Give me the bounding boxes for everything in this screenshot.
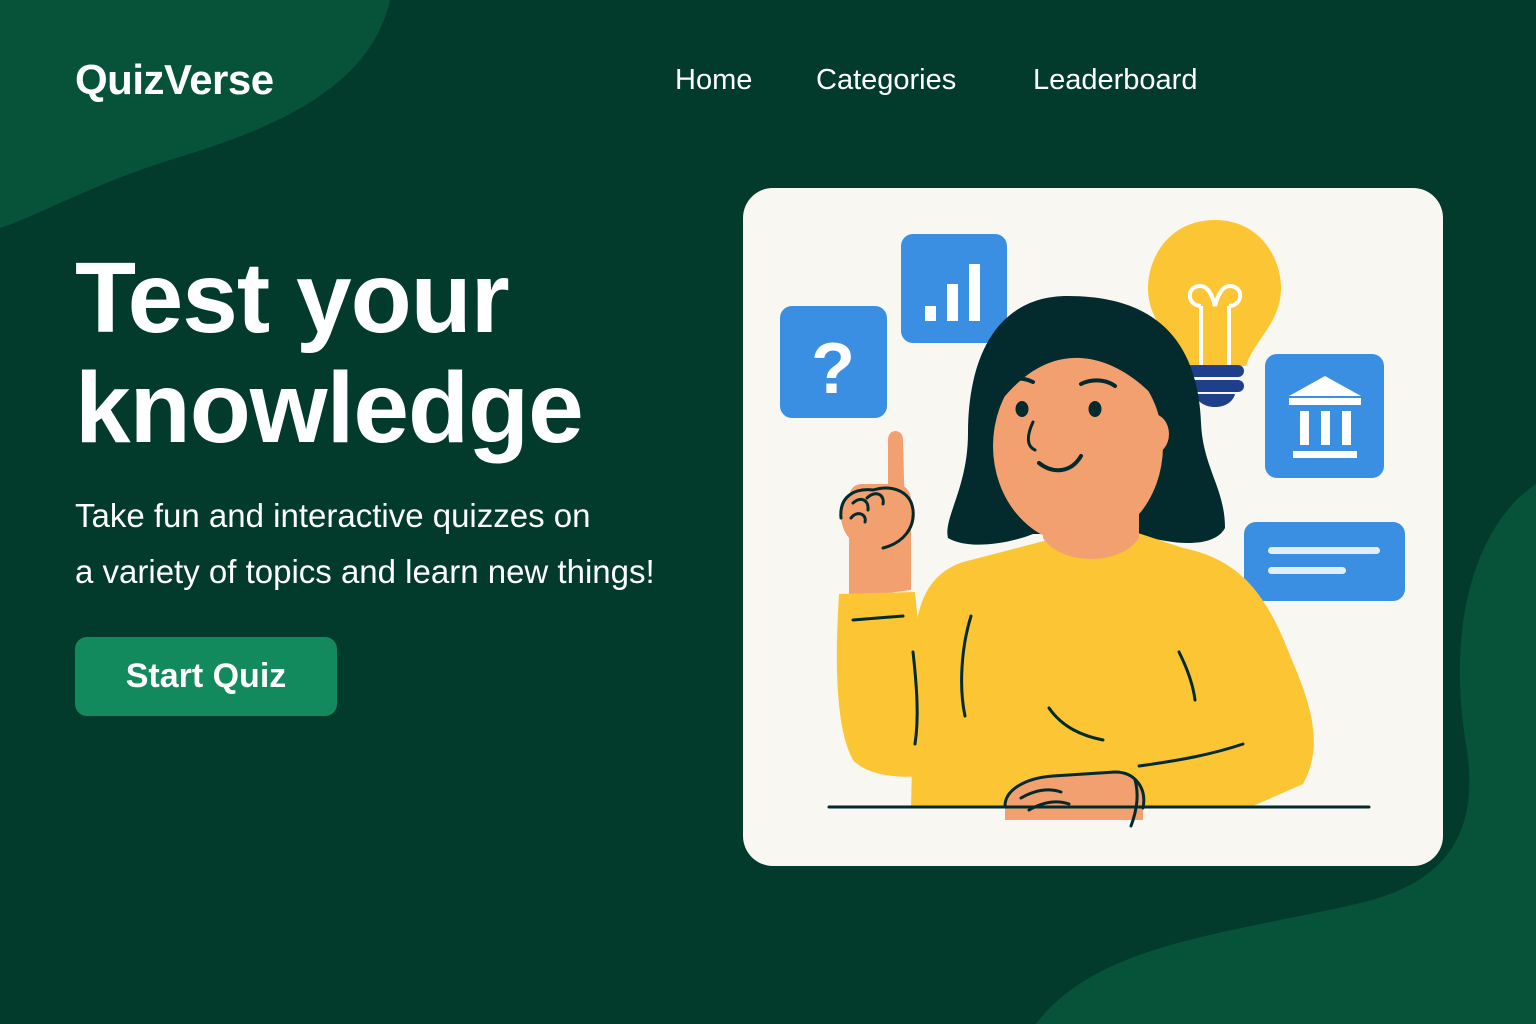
hero-title: Test your knowledge: [75, 242, 584, 464]
bar-chart-icon: [901, 234, 1007, 343]
start-quiz-button[interactable]: Start Quiz: [75, 637, 337, 716]
background-blob-top-left: [0, 0, 390, 228]
nav-categories[interactable]: Categories: [816, 64, 956, 97]
question-glyph: ?: [811, 329, 855, 409]
nav-home[interactable]: Home: [675, 64, 752, 97]
hero-title-line-2: knowledge: [75, 352, 584, 464]
landing-page: QuizVerse Home Categories Leaderboard Te…: [0, 0, 1536, 1024]
hero-subtitle-line-2: a variety of topics and learn new things…: [75, 553, 655, 590]
hero-subtitle: Take fun and interactive quizzes on a va…: [75, 488, 655, 600]
woman-illustration: ?: [780, 220, 1405, 828]
bank-icon: [1265, 354, 1384, 478]
illustration-card: ?: [743, 188, 1443, 866]
hero-subtitle-line-1: Take fun and interactive quizzes on: [75, 497, 591, 534]
question-icon: ?: [780, 306, 887, 418]
nav-leaderboard[interactable]: Leaderboard: [1033, 64, 1197, 97]
brand-logo[interactable]: QuizVerse: [75, 56, 274, 104]
text-card-icon: [1244, 522, 1405, 601]
hero-title-line-1: Test your: [75, 242, 510, 354]
woman-raised-hand: [839, 431, 915, 598]
woman-ear: [1137, 414, 1169, 454]
